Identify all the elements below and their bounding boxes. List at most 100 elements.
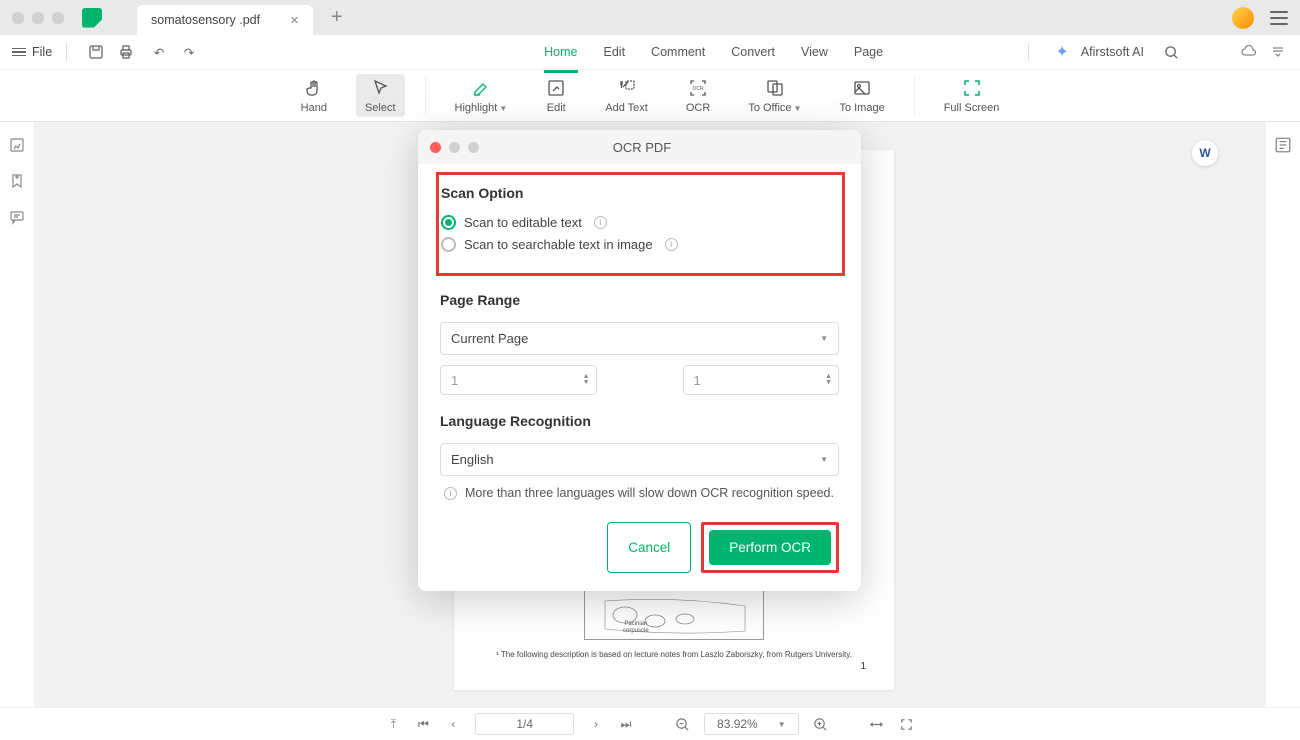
range-from-input[interactable]: 1 ▲▼: [440, 365, 597, 395]
cancel-button[interactable]: Cancel: [607, 522, 691, 573]
spinner-icon[interactable]: ▲▼: [825, 374, 832, 386]
tab-title: somatosensory .pdf: [151, 13, 260, 27]
tab-page[interactable]: Page: [854, 41, 883, 63]
thumbnails-icon[interactable]: [8, 136, 26, 154]
highlight-tool-button[interactable]: Highlight▼: [446, 74, 517, 117]
fit-width-icon[interactable]: [869, 716, 885, 732]
add-text-button[interactable]: Add Text: [596, 74, 657, 117]
tab-convert[interactable]: Convert: [731, 41, 775, 63]
radio-unchecked-icon: [441, 237, 456, 252]
comments-icon[interactable]: [8, 208, 26, 226]
zoom-in-icon[interactable]: [813, 716, 829, 732]
app-logo-icon: [82, 8, 102, 28]
cloud-icon[interactable]: [1240, 43, 1258, 61]
add-text-icon: [616, 77, 638, 99]
maximize-window-icon[interactable]: [52, 12, 64, 24]
fullscreen-button[interactable]: Full Screen: [935, 74, 1009, 117]
status-bar: ⤒ ⏮ ‹ 1/4 › ⏭ 83.92% ▼: [0, 707, 1300, 740]
minimize-window-icon[interactable]: [32, 12, 44, 24]
edit-icon: [545, 77, 567, 99]
zoom-select[interactable]: 83.92% ▼: [704, 713, 799, 735]
word-export-badge-icon[interactable]: W: [1192, 140, 1218, 166]
radio-label: Scan to searchable text in image: [464, 237, 653, 252]
page-indicator[interactable]: 1/4: [475, 713, 574, 735]
info-icon[interactable]: i: [594, 216, 607, 229]
bookmarks-icon[interactable]: [8, 172, 26, 190]
language-note: i More than three languages will slow do…: [440, 486, 839, 500]
modal-body: Scan Option Scan to editable text i Scan…: [418, 164, 861, 591]
top-toolbar: File ↶ ↷ Home Edit Comment Convert View …: [0, 35, 1300, 70]
office-icon: [764, 77, 786, 99]
ai-label[interactable]: Afirstsoft AI: [1081, 45, 1144, 59]
previous-page-icon[interactable]: ‹: [445, 716, 461, 732]
ribbon-separator: [425, 77, 426, 115]
tab-view[interactable]: View: [801, 41, 828, 63]
info-icon: i: [444, 487, 457, 500]
ocr-button[interactable]: OCR OCR: [677, 74, 719, 117]
page-range-select[interactable]: Current Page ▼: [440, 322, 839, 355]
to-office-button[interactable]: To Office▼: [739, 74, 810, 117]
collapse-ribbon-icon[interactable]: [1270, 43, 1288, 61]
zoom-value: 83.92%: [717, 717, 758, 731]
right-rail: [1266, 122, 1300, 707]
tab-home[interactable]: Home: [544, 41, 577, 63]
ribbon-label: To Image: [839, 102, 884, 114]
scan-editable-radio[interactable]: Scan to editable text i: [441, 215, 836, 230]
hand-tool-button[interactable]: Hand: [292, 74, 336, 117]
last-page-icon[interactable]: ⏭: [618, 716, 634, 732]
ocr-modal: OCR PDF Scan Option Scan to editable tex…: [418, 130, 861, 591]
ai-section: ✦ Afirstsoft AI: [1014, 42, 1288, 62]
radio-label: Scan to editable text: [464, 215, 582, 230]
to-image-button[interactable]: To Image: [830, 74, 893, 117]
redo-icon[interactable]: ↷: [181, 44, 197, 60]
document-tab[interactable]: somatosensory .pdf ×: [137, 5, 313, 35]
annotations-icon[interactable]: [1274, 136, 1292, 154]
ribbon-label: Highlight▼: [455, 102, 508, 114]
fullscreen-icon: [961, 77, 983, 99]
file-label: File: [32, 45, 52, 59]
select-tool-button[interactable]: Select: [356, 74, 405, 117]
fit-page-icon[interactable]: [899, 716, 915, 732]
zoom-out-icon[interactable]: [674, 716, 690, 732]
search-icon[interactable]: [1163, 44, 1179, 60]
hamburger-menu-icon[interactable]: [1270, 11, 1288, 25]
ocr-icon: OCR: [687, 77, 709, 99]
window-titlebar: somatosensory .pdf × +: [0, 0, 1300, 35]
chevron-down-icon: ▼: [499, 104, 507, 113]
range-to-input[interactable]: 1 ▲▼: [683, 365, 840, 395]
spinner-icon[interactable]: ▲▼: [583, 374, 590, 386]
toolbar-separator: [66, 43, 67, 61]
chevron-down-icon: ▼: [820, 334, 828, 343]
new-tab-button[interactable]: +: [331, 6, 343, 29]
scan-option-title: Scan Option: [441, 185, 836, 201]
select-value: Current Page: [451, 331, 528, 346]
scroll-to-top-icon[interactable]: ⤒: [385, 716, 401, 732]
close-window-icon[interactable]: [12, 12, 24, 24]
close-tab-icon[interactable]: ×: [290, 12, 299, 29]
language-title: Language Recognition: [440, 413, 839, 429]
svg-text:OCR: OCR: [693, 86, 705, 92]
page-value: 1/4: [516, 717, 533, 731]
window-controls: [12, 12, 64, 24]
toolbar-separator: [1028, 43, 1029, 61]
modal-title: OCR PDF: [435, 140, 849, 155]
print-icon[interactable]: [118, 44, 134, 60]
user-avatar-icon[interactable]: [1232, 7, 1254, 29]
save-icon[interactable]: [88, 44, 104, 60]
perform-ocr-button[interactable]: Perform OCR: [709, 530, 831, 565]
chevron-down-icon: ▼: [778, 720, 786, 729]
tab-comment[interactable]: Comment: [651, 41, 705, 63]
scan-searchable-radio[interactable]: Scan to searchable text in image i: [441, 237, 836, 252]
hand-icon: [303, 77, 325, 99]
info-icon[interactable]: i: [665, 238, 678, 251]
document-footnote: ¹ The following description is based on …: [474, 650, 874, 659]
tab-edit[interactable]: Edit: [604, 41, 626, 63]
menu-tabs: Home Edit Comment Convert View Page: [544, 41, 883, 63]
undo-icon[interactable]: ↶: [151, 44, 167, 60]
edit-tool-button[interactable]: Edit: [536, 74, 576, 117]
first-page-icon[interactable]: ⏮: [415, 716, 431, 732]
next-page-icon[interactable]: ›: [588, 716, 604, 732]
ribbon-label: Hand: [301, 102, 327, 114]
language-select[interactable]: English ▼: [440, 443, 839, 476]
file-menu-button[interactable]: File: [12, 45, 52, 59]
